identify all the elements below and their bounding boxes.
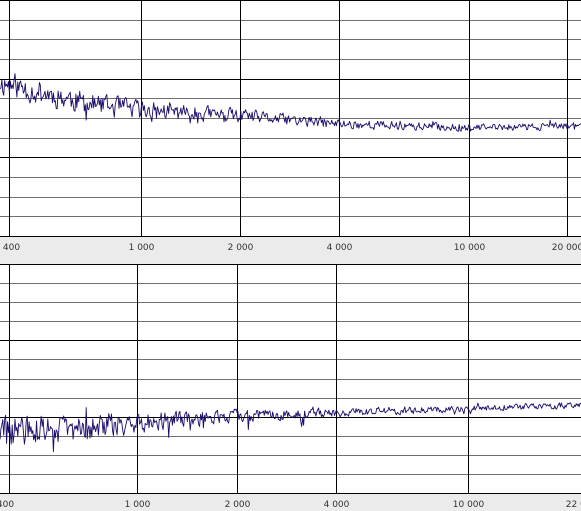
frequency-response-charts: 400 1 000 2 000 4 000 10 000 20 000 400 1 000 2… xyxy=(0,0,581,510)
x-tick-label: 1 000 xyxy=(129,243,155,253)
x-tick-label: 10 000 xyxy=(454,243,486,253)
x-tick-label: 4 000 xyxy=(327,243,353,253)
plot-area xyxy=(0,264,581,493)
x-tick-label: 22 000 xyxy=(566,500,581,510)
x-tick-label: 2 000 xyxy=(228,243,254,253)
x-tick-label: 20 000 xyxy=(552,243,581,253)
x-tick-label: 2 000 xyxy=(225,500,251,510)
bottom-chart-panel: 400 1 000 2 000 4 000 10 000 22 000 xyxy=(0,264,581,510)
frequency-response-figure: 400 1 000 2 000 4 000 10 000 20 000 400 1 000 2… xyxy=(0,0,581,511)
x-tick-label: 1 000 xyxy=(125,500,151,510)
x-tick-label: 4 000 xyxy=(324,500,350,510)
x-tick-label: 400 xyxy=(3,243,20,253)
x-tick-label: 10 000 xyxy=(453,500,485,510)
top-chart-panel: 400 1 000 2 000 4 000 10 000 20 000 xyxy=(0,0,581,253)
x-tick-label: 400 xyxy=(0,500,14,510)
